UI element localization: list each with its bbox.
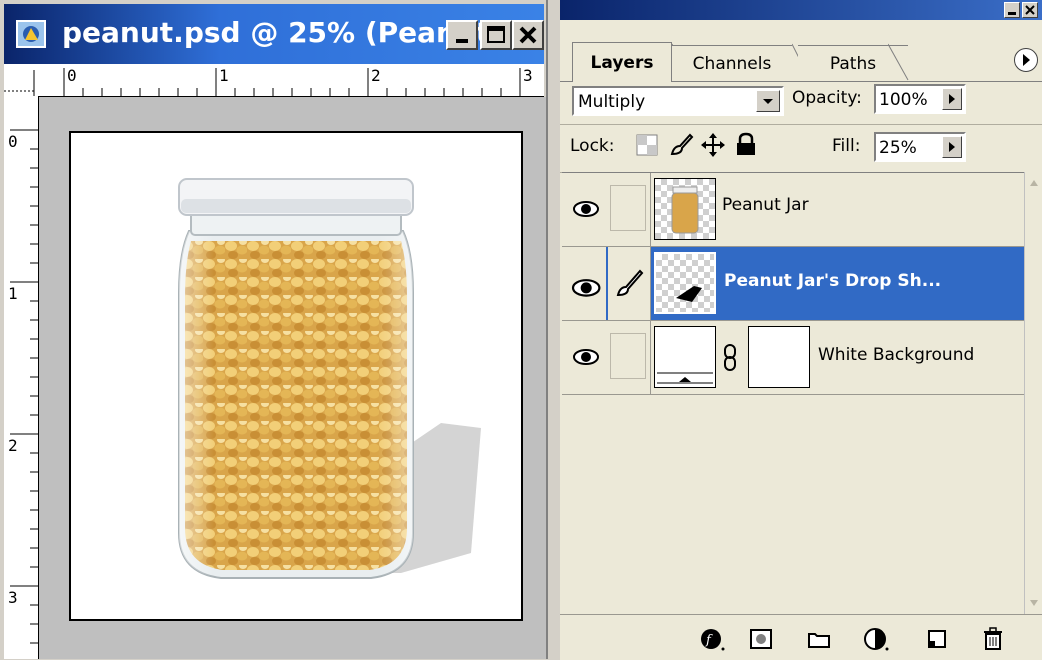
layer-row-peanut-jar[interactable]: Peanut Jar [562,173,1024,247]
adjustment-icon[interactable] [864,627,890,651]
minimize-button[interactable] [446,20,478,50]
blend-mode-select[interactable]: Multiply [572,86,784,116]
mask-icon[interactable] [748,627,774,651]
folder-icon[interactable] [806,627,832,651]
brush-icon [616,269,644,297]
fill-value: 25% [879,138,917,158]
layers-scrollbar[interactable] [1024,172,1042,614]
photoshop-doc-icon [16,20,46,48]
palette-minimize-button[interactable] [1004,2,1020,18]
blend-mode-dropdown-button[interactable] [756,90,780,112]
horizontal-ruler[interactable]: 0 1 2 3 [4,64,544,97]
layer-link-cell[interactable] [610,185,646,231]
ruler-v-label: 1 [8,284,18,303]
lock-label: Lock: [570,136,615,156]
drop-shadow-thumbnail [676,286,702,302]
close-icon [1025,5,1035,15]
layer-name[interactable]: White Background [818,345,974,365]
layer-thumbnail[interactable] [654,178,716,240]
close-icon [519,26,537,44]
peanut-jar-thumbnail [671,186,699,234]
blend-mode-value: Multiply [578,92,646,112]
document-title-bar[interactable]: peanut.psd @ 25% (Peanut ... [4,4,544,64]
lock-image-brush-icon[interactable] [668,132,694,158]
lock-transparent-icon[interactable] [636,134,658,156]
layer-row-white-background[interactable]: White Background [562,321,1024,395]
column-divider [650,173,651,395]
layer-mask-thumbnail[interactable] [748,326,810,388]
tab-channels[interactable]: Channels [672,45,792,81]
layers-list[interactable]: Peanut Jar Peanut Jar's Drop Sh... White… [562,172,1024,615]
chevron-right-icon [949,94,955,104]
chain-link-icon[interactable] [722,343,738,373]
ruler-h-label: 3 [523,66,533,85]
layers-bottom-bar: f [560,614,1042,660]
vertical-ruler[interactable]: 0 1 2 3 [4,96,39,659]
ruler-v-label: 0 [8,132,18,151]
palette-menu-icon [1023,54,1030,66]
ruler-v-label: 3 [8,588,18,607]
layer-name[interactable]: Peanut Jar [722,195,809,215]
minimize-icon [456,39,468,43]
lock-all-icon[interactable] [734,132,758,158]
tab-divider [888,43,909,81]
chevron-right-icon [949,142,955,152]
maximize-icon [487,26,505,43]
lock-position-move-icon[interactable] [700,132,726,158]
document-canvas[interactable] [69,131,523,621]
opacity-value: 100% [879,90,928,110]
chevron-down-icon [763,99,773,104]
new-layer-icon[interactable] [924,627,950,651]
layer-style-icon[interactable]: f [700,627,726,651]
opacity-slider-button[interactable] [942,88,962,110]
eye-icon[interactable] [566,325,606,389]
ruler-h-label: 1 [219,66,229,85]
maximize-button[interactable] [480,20,512,50]
ruler-v-label: 2 [8,436,18,455]
scrollbar-arrows [1030,180,1038,606]
minimize-icon [1008,12,1016,15]
opacity-label: Opacity: [792,88,862,108]
opacity-field[interactable]: 100% [874,84,966,114]
trash-icon[interactable] [980,627,1006,651]
ruler-h-label: 0 [67,66,77,85]
eye-icon[interactable] [566,177,606,241]
palette-close-button[interactable] [1022,2,1038,18]
layer-thumbnail[interactable] [654,252,716,314]
document-window: peanut.psd @ 25% (Peanut ... 0 1 2 3 0 1… [0,0,548,659]
palette-title-bar[interactable] [560,0,1042,20]
layer-thumbnail[interactable] [654,326,716,388]
fill-slider-button[interactable] [942,136,962,158]
canvas-area[interactable] [39,97,546,659]
palette-divider [560,124,1042,125]
fill-field[interactable]: 25% [874,132,966,162]
layer-row-drop-shadow[interactable]: Peanut Jar's Drop Sh... [562,247,1024,321]
fill-label: Fill: [832,136,861,156]
layer-link-cell[interactable] [610,333,646,379]
layer-edit-cell[interactable] [608,247,650,320]
palette-menu-button[interactable] [1014,48,1038,72]
layer-name[interactable]: Peanut Jar's Drop Sh... [724,271,941,291]
eye-icon[interactable] [562,247,606,320]
ruler-h-label: 2 [371,66,381,85]
close-button[interactable] [512,20,544,50]
layers-palette: Layers Channels Paths Multiply Opacity: … [560,0,1042,660]
tab-layers[interactable]: Layers [572,42,672,82]
peanut-jar-image [178,178,481,579]
adjustment-layer-thumbnail [657,372,713,384]
